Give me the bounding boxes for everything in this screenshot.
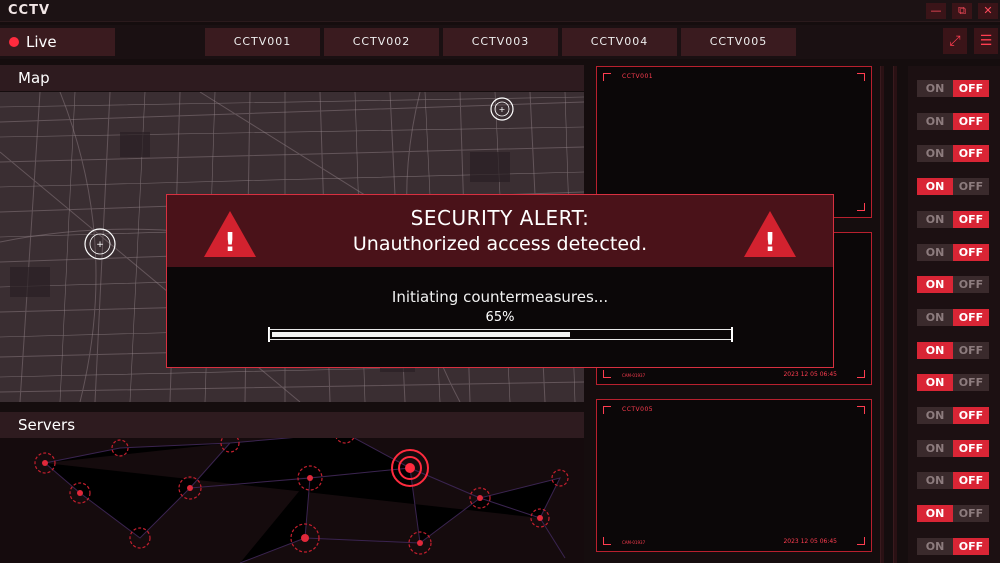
toggle-switch-14[interactable]: ON OFF xyxy=(917,505,989,523)
alert-message: Initiating countermeasures... xyxy=(391,288,609,306)
svg-text:+: + xyxy=(499,105,506,114)
toggle-off-label[interactable]: OFF xyxy=(953,374,989,392)
toggle-switch-1[interactable]: ON OFF xyxy=(917,80,989,97)
toggle-on-label[interactable]: ON xyxy=(917,178,953,196)
progress-bar xyxy=(269,329,733,340)
live-dot-icon xyxy=(9,37,19,47)
toggle-off-label[interactable]: OFF xyxy=(953,407,989,424)
divider-strip xyxy=(893,66,897,563)
toggle-on-label[interactable]: ON xyxy=(917,210,953,228)
toggle-off-label[interactable]: OFF xyxy=(953,210,989,228)
toggle-switch-3[interactable]: ON OFF xyxy=(917,145,989,163)
frame-corner xyxy=(603,537,611,545)
toggle-on-label[interactable]: ON xyxy=(917,243,953,261)
alert-header: ! SECURITY ALERT: Unauthorized access de… xyxy=(167,195,833,267)
frame-corner xyxy=(603,370,611,378)
progress-cap xyxy=(731,327,733,342)
alert-subtitle: Unauthorized access detected. xyxy=(352,233,648,255)
toggle-on-label[interactable]: ON xyxy=(917,537,953,555)
live-indicator[interactable]: Live xyxy=(0,28,115,56)
toggle-on-label[interactable]: ON xyxy=(917,308,953,326)
map-panel-title: Map xyxy=(0,65,584,91)
frame-corner xyxy=(857,537,865,545)
camera-label: CCTV005 xyxy=(622,406,654,413)
minimize-button[interactable]: — xyxy=(926,3,946,19)
toolbar: Live CCTV001 CCTV002 CCTV003 CCTV004 CCT… xyxy=(0,25,1000,59)
toggle-off-label[interactable]: OFF xyxy=(953,276,989,294)
toggle-on-label[interactable]: ON xyxy=(917,112,953,130)
svg-text:+: + xyxy=(96,240,104,250)
camera-feed-5[interactable]: CCTV005 CAM-01937 2023 12 05 06:45 xyxy=(596,399,872,552)
close-button[interactable]: ✕ xyxy=(978,3,998,19)
camera-id: CAM-01937 xyxy=(622,373,646,378)
toggle-switch-13[interactable]: ON OFF xyxy=(917,472,989,490)
frame-corner xyxy=(603,73,611,81)
toggle-on-label[interactable]: ON xyxy=(917,80,953,97)
toggle-on-label[interactable]: ON xyxy=(917,341,953,359)
title-bar: CCTV — ⧉ ✕ xyxy=(0,0,1000,22)
server-network-graph xyxy=(34,438,569,563)
frame-corner xyxy=(857,370,865,378)
progress-fill xyxy=(272,332,570,337)
tab-cctv002[interactable]: CCTV002 xyxy=(324,28,439,56)
warning-icon: ! xyxy=(744,211,796,258)
camera-label: CCTV001 xyxy=(622,73,654,80)
security-alert-dialog: ! SECURITY ALERT: Unauthorized access de… xyxy=(166,194,834,368)
app-title: CCTV xyxy=(8,3,51,18)
toggle-off-label[interactable]: OFF xyxy=(953,505,989,523)
frame-corner xyxy=(857,203,865,211)
toggle-switch-6[interactable]: ON OFF xyxy=(917,243,989,261)
servers-panel-title: Servers xyxy=(0,412,584,438)
menu-icon[interactable]: ☰ xyxy=(974,28,998,54)
toggle-switch-10[interactable]: ON OFF xyxy=(917,374,989,392)
toggle-column: ON OFF ON OFF ON OFF ON OFF ON OFF ON OFF ON OFF ON OFF… xyxy=(908,66,1000,563)
divider-strip xyxy=(880,66,884,563)
tab-cctv001[interactable]: CCTV001 xyxy=(205,28,320,56)
toggle-off-label[interactable]: OFF xyxy=(953,439,989,457)
expand-icon[interactable]: ⤢ xyxy=(943,28,967,54)
camera-timestamp: 2023 12 05 06:45 xyxy=(783,538,837,545)
toggle-switch-5[interactable]: ON OFF xyxy=(917,210,989,228)
toggle-switch-8[interactable]: ON OFF xyxy=(917,308,989,326)
toggle-on-label[interactable]: ON xyxy=(917,407,953,424)
toggle-on-label[interactable]: ON xyxy=(917,439,953,457)
tab-cctv004[interactable]: CCTV004 xyxy=(562,28,677,56)
toggle-switch-11[interactable]: ON OFF xyxy=(917,407,989,424)
toggle-off-label[interactable]: OFF xyxy=(953,308,989,326)
toggle-off-label[interactable]: OFF xyxy=(953,243,989,261)
toggle-switch-9[interactable]: ON OFF xyxy=(917,341,989,359)
toggle-on-label[interactable]: ON xyxy=(917,276,953,294)
restore-button[interactable]: ⧉ xyxy=(952,3,972,19)
servers-network-view[interactable] xyxy=(0,438,584,563)
toggle-off-label[interactable]: OFF xyxy=(953,80,989,97)
progress-label: 65% xyxy=(485,310,515,325)
camera-id: CAM-01937 xyxy=(622,540,646,545)
toggle-switch-7[interactable]: ON OFF xyxy=(917,276,989,294)
tab-cctv005[interactable]: CCTV005 xyxy=(681,28,796,56)
toggle-off-label[interactable]: OFF xyxy=(953,537,989,555)
alert-title: SECURITY ALERT: xyxy=(410,206,590,230)
toggle-off-label[interactable]: OFF xyxy=(953,472,989,490)
svg-text:!: ! xyxy=(764,228,776,258)
toggle-on-label[interactable]: ON xyxy=(917,374,953,392)
toggle-switch-2[interactable]: ON OFF xyxy=(917,112,989,130)
toggle-off-label[interactable]: OFF xyxy=(953,341,989,359)
toggle-on-label[interactable]: ON xyxy=(917,472,953,490)
toggle-switch-15[interactable]: ON OFF xyxy=(917,537,989,555)
toggle-switch-12[interactable]: ON OFF xyxy=(917,439,989,457)
frame-corner xyxy=(857,406,865,414)
toggle-switch-4[interactable]: ON OFF xyxy=(917,178,989,196)
camera-timestamp: 2023 12 05 06:45 xyxy=(783,371,837,378)
tab-cctv003[interactable]: CCTV003 xyxy=(443,28,558,56)
toggle-off-label[interactable]: OFF xyxy=(953,112,989,130)
toggle-on-label[interactable]: ON xyxy=(917,145,953,163)
cctv-window: CCTV — ⧉ ✕ Live CCTV001 CCTV002 CCTV003 … xyxy=(0,0,1000,563)
frame-corner xyxy=(603,406,611,414)
toggle-off-label[interactable]: OFF xyxy=(953,145,989,163)
live-label: Live xyxy=(26,33,57,51)
toggle-on-label[interactable]: ON xyxy=(917,505,953,523)
toggle-off-label[interactable]: OFF xyxy=(953,178,989,196)
frame-corner xyxy=(857,73,865,81)
